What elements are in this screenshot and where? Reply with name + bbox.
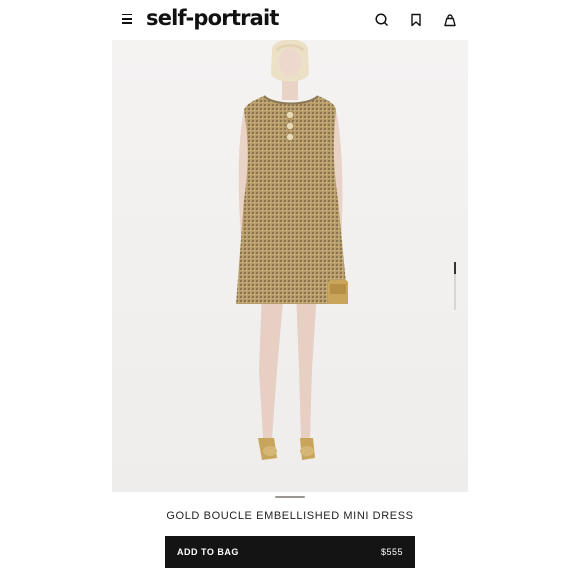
product-info-panel: GOLD BOUCLE EMBELLISHED MINI DRESS ADD T… bbox=[112, 492, 468, 580]
brand-logo[interactable]: self-portrait bbox=[146, 6, 279, 30]
shopping-bag-icon[interactable] bbox=[442, 12, 458, 28]
gallery-pager-active bbox=[454, 262, 456, 274]
drag-handle[interactable] bbox=[275, 496, 305, 498]
gallery-pager[interactable] bbox=[454, 262, 456, 310]
product-name: GOLD BOUCLE EMBELLISHED MINI DRESS bbox=[166, 510, 414, 522]
product-image[interactable] bbox=[112, 40, 468, 525]
site-header: self-portrait bbox=[112, 0, 468, 40]
model-photo bbox=[236, 40, 348, 460]
mobile-product-page: self-portrait GOLD BOUCLE EMBELLISHED MI… bbox=[112, 0, 468, 580]
search-icon[interactable] bbox=[374, 12, 390, 28]
bookmark-icon[interactable] bbox=[408, 12, 424, 28]
product-price: $555 bbox=[380, 547, 403, 557]
add-to-bag-label: ADD TO BAG bbox=[177, 547, 239, 557]
hamburger-menu-icon[interactable] bbox=[122, 14, 132, 24]
add-to-bag-button[interactable]: ADD TO BAG $555 bbox=[165, 536, 415, 568]
